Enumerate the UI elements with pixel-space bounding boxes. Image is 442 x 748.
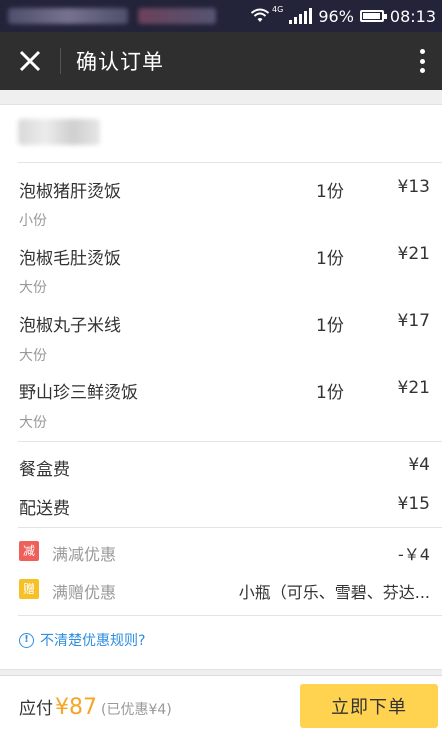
battery-percent: 96% [318,6,354,26]
status-icons: 4G 96% 08:13 [250,0,436,32]
info-icon: ! [19,632,34,648]
shop-name-blurred [18,119,100,145]
packaging-fee-value: ¥4 [408,455,430,475]
item-name: 泡椒猪肝烫饭 [19,182,121,202]
item-quantity: 1份 [316,182,344,202]
app-header: 确认订单 [0,32,442,90]
battery-icon [359,10,387,22]
order-summary-card: 泡椒猪肝烫饭 1份 ¥13 小份 泡椒毛肚烫饭 1份 ¥21 大份 泡椒丸子米线… [0,104,442,670]
item-quantity: 1份 [316,316,344,336]
promo-rules-link[interactable]: ! 不清楚优惠规则? [19,630,145,650]
item-spec: 大份 [19,280,47,296]
promo-value: -￥4 [398,545,430,564]
divider [18,527,442,528]
item-price: ¥17 [397,311,430,331]
checkout-bar: 应付 ¥87 (已优惠¥4) 立即下单 [0,675,442,748]
delivery-fee-label: 配送费 [19,499,70,519]
discount-note: (已优惠¥4) [101,702,172,718]
divider [18,162,442,163]
more-vertical-icon [419,49,425,54]
item-name: 野山珍三鲜烫饭 [19,383,138,403]
page-title: 确认订单 [76,50,164,74]
payable-amount: ¥87 [55,695,97,720]
submit-order-button[interactable]: 立即下单 [300,684,438,728]
item-spec: 小份 [19,213,47,229]
network-type: 4G [272,4,284,14]
more-options-button[interactable] [412,46,432,76]
discount-badge-icon: 减 [19,541,39,561]
blurred-notification [138,8,216,24]
item-name: 泡椒毛肚烫饭 [19,249,121,269]
promo-label: 满减优惠 [52,545,117,564]
close-icon [19,50,41,72]
item-quantity: 1份 [316,249,344,269]
divider [18,615,442,616]
promo-value: 小瓶（可乐、雪碧、芬达... [238,583,430,602]
item-price: ¥21 [397,244,430,264]
delivery-fee-value: ¥15 [397,494,430,514]
item-name: 泡椒丸子米线 [19,316,121,336]
item-quantity: 1份 [316,383,344,403]
status-bar: 4G 96% 08:13 [0,0,442,32]
clock: 08:13 [389,6,436,26]
packaging-fee-label: 餐盒费 [19,460,70,480]
item-price: ¥21 [397,378,430,398]
promo-label: 满赠优惠 [52,583,117,602]
wifi-icon [250,8,270,22]
signal-icon [289,8,313,24]
payable-summary: 应付 ¥87 (已优惠¥4) [19,694,172,720]
close-button[interactable] [14,45,46,77]
gift-badge-icon: 赠 [19,579,39,599]
divider [18,441,442,442]
header-divider [60,48,61,74]
promo-rules-text: 不清楚优惠规则? [40,633,146,649]
payable-label: 应付 [19,699,53,719]
blurred-notification [8,8,128,24]
item-spec: 大份 [19,415,47,431]
item-spec: 大份 [19,348,47,364]
item-price: ¥13 [397,177,430,197]
